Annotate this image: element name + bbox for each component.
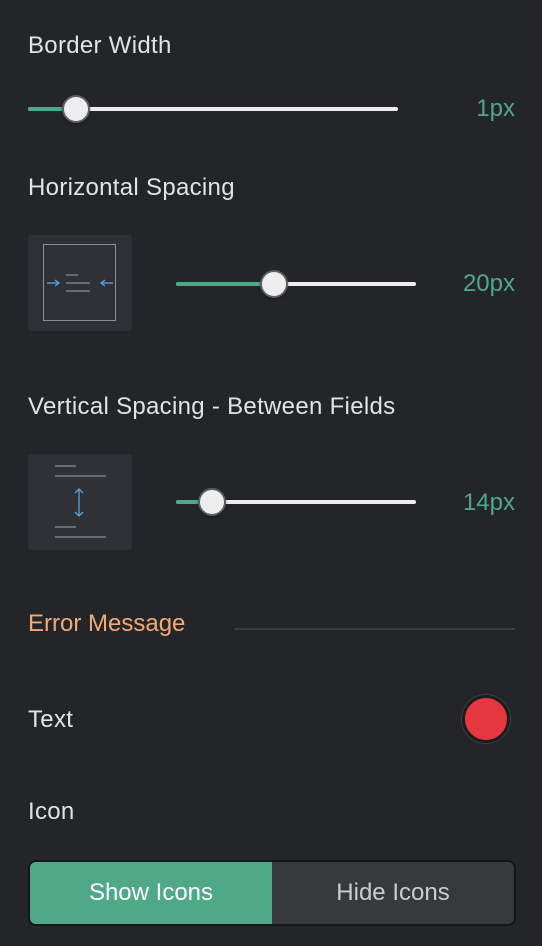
slider-thumb[interactable] [198, 488, 226, 516]
border-width-value: 1px [476, 95, 515, 122]
vertical-spacing-value: 14px [462, 489, 515, 516]
vertical-spacing-slider[interactable] [176, 488, 416, 516]
error-message-section-title: Error Message [28, 610, 186, 637]
hide-icons-button[interactable]: Hide Icons [272, 862, 514, 924]
horizontal-spacing-label: Horizontal Spacing [28, 174, 235, 201]
error-icon-label: Icon [28, 798, 75, 825]
border-width-slider[interactable] [28, 95, 398, 123]
horizontal-spacing-icon [28, 235, 132, 331]
slider-thumb[interactable] [62, 95, 90, 123]
error-text-label: Text [28, 706, 74, 733]
vertical-spacing-label: Vertical Spacing - Between Fields [28, 393, 396, 420]
vertical-spacing-icon [28, 454, 132, 550]
border-width-label: Border Width [28, 32, 172, 59]
icon-visibility-toggle: Show Icons Hide Icons [28, 860, 516, 926]
horizontal-spacing-slider[interactable] [176, 270, 416, 298]
slider-thumb[interactable] [260, 270, 288, 298]
error-text-color-swatch[interactable] [462, 695, 510, 743]
show-icons-button[interactable]: Show Icons [30, 862, 272, 924]
horizontal-spacing-value: 20px [462, 270, 515, 297]
section-divider [234, 628, 515, 630]
